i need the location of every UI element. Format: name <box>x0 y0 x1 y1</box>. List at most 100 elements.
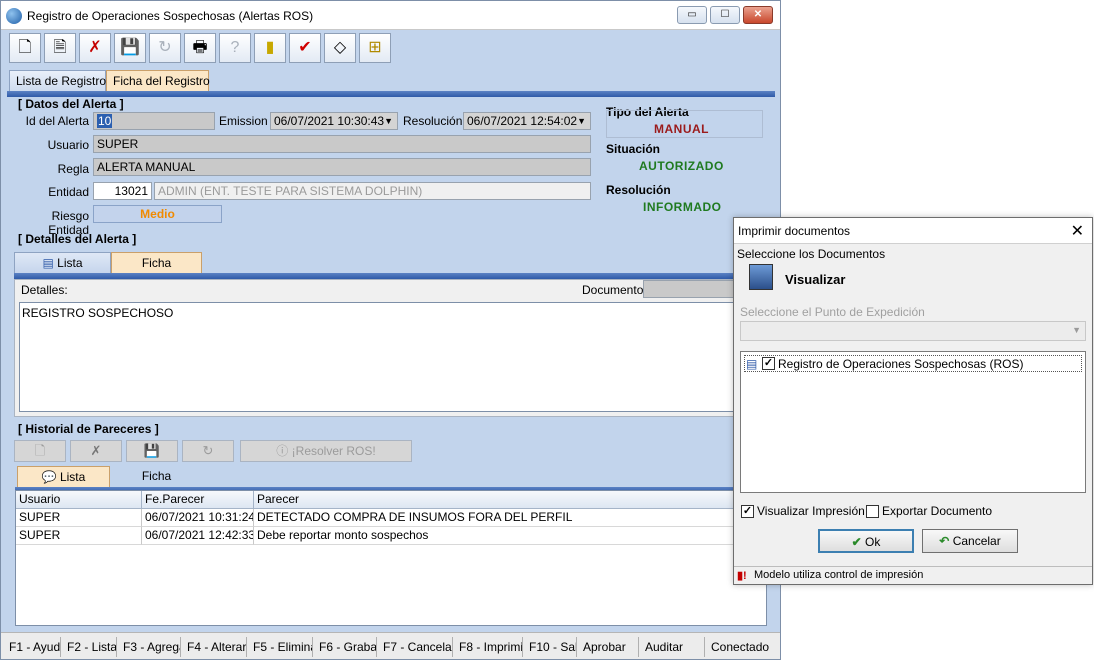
aprobar-item[interactable]: Aprobar <box>577 637 639 657</box>
approve-check-icon[interactable]: ✔ <box>289 33 321 63</box>
save-icon[interactable]: 💾 <box>114 33 146 63</box>
key-f6[interactable]: F6 - Grabar <box>313 637 377 657</box>
key-f2[interactable]: F2 - Lista <box>61 637 117 657</box>
resolver-ros-button[interactable]: ⓘ ¡Resolver ROS! <box>240 440 412 462</box>
regla-field[interactable]: ALERTA MANUAL <box>93 158 591 176</box>
document-item-label: Registro de Operaciones Sospechosas (ROS… <box>778 357 1024 371</box>
new-document-icon[interactable]: 🗋 <box>9 33 41 63</box>
delete-document-icon[interactable]: ✗ <box>79 33 111 63</box>
visualizar-impresion-label: Visualizar Impresión <box>757 504 865 518</box>
key-f5[interactable]: F5 - Elimina <box>247 637 313 657</box>
detalles-text: REGISTRO SOSPECHOSO <box>22 306 174 320</box>
key-f3[interactable]: F3 - Agrega <box>117 637 181 657</box>
regla-label: Regla <box>57 162 89 176</box>
entidad-label: Entidad <box>48 185 89 199</box>
auditar-item[interactable]: Auditar <box>639 637 705 657</box>
punto-label: Seleccione el Punto de Expedición <box>740 305 925 319</box>
tab-lista-de-registros[interactable]: Lista de Registros <box>9 70 112 92</box>
cell-usuario: SUPER <box>16 527 142 545</box>
cell-parecer: DETECTADO COMPRA DE INSUMOS FORA DEL PER… <box>254 509 766 527</box>
hist-save-icon[interactable]: 💾 <box>126 440 178 462</box>
entidad-code-field[interactable]: 13021 <box>93 182 152 200</box>
cancel-label: Cancelar <box>952 534 1001 548</box>
emission-combo[interactable]: 06/07/2021 10:30:43 ▼ <box>270 112 398 130</box>
eraser-icon[interactable]: ◇ <box>324 33 356 63</box>
exportar-documento-checkbox[interactable] <box>866 505 879 518</box>
document-checkbox[interactable]: ✓ <box>762 357 775 370</box>
maximize-button[interactable]: ☐ <box>710 6 740 24</box>
main-tabs: Lista de Registros Ficha del Registro <box>9 70 779 92</box>
dialog-close-icon[interactable]: ✕ <box>1071 221 1084 241</box>
tipo-value: MANUAL <box>654 122 709 136</box>
detalles-textarea[interactable]: REGISTRO SOSPECHOSO <box>19 302 767 412</box>
riesgo-badge: Medio <box>93 205 222 223</box>
ok-button[interactable]: ✔ Ok <box>818 529 914 553</box>
tab-ficha-del-registro[interactable]: Ficha del Registro <box>106 70 210 92</box>
exit-door-icon[interactable]: ▮ <box>254 33 286 63</box>
resolver-ros-label: ¡Resolver ROS! <box>291 444 376 458</box>
punto-select[interactable]: ▼ <box>740 321 1086 341</box>
col-fe-parecer[interactable]: Fe.Parecer <box>142 491 254 509</box>
dialog-title-bar[interactable]: Imprimir documentos ✕ <box>734 218 1092 244</box>
cancel-button[interactable]: ↶ Cancelar <box>922 529 1018 553</box>
historial-tabs: 💬 Lista Ficha <box>17 466 767 488</box>
select-docs-label: Seleccione los Documentos <box>737 247 886 261</box>
col-parecer[interactable]: Parecer <box>254 491 766 509</box>
key-f1[interactable]: F1 - Ayuda <box>1 637 61 657</box>
situacion-label: Situación <box>606 142 661 156</box>
resolucion-combo[interactable]: 06/07/2021 12:54:02 ▼ <box>463 112 591 130</box>
id-field[interactable]: 10 <box>93 112 215 130</box>
audit-icon[interactable]: ⊞ <box>359 33 391 63</box>
list-icon: ▤ <box>42 256 54 270</box>
status-bar: F1 - Ayuda F2 - Lista F3 - Agrega F4 - A… <box>1 632 780 659</box>
resolucion-label: Resolución <box>403 114 463 128</box>
cell-fe-parecer: 06/07/2021 10:31:24 <box>142 509 254 527</box>
historial-grid: Usuario Fe.Parecer Parecer SUPER 06/07/2… <box>15 490 767 626</box>
undo-icon[interactable]: ↻ <box>149 33 181 63</box>
help-icon[interactable]: ? <box>219 33 251 63</box>
hist-delete-icon[interactable]: ✗ <box>70 440 122 462</box>
dialog-footer: ▮! Modelo utiliza control de impresión <box>734 566 1092 584</box>
app-icon <box>6 8 22 24</box>
usuario-field[interactable]: SUPER <box>93 135 591 153</box>
cell-usuario: SUPER <box>16 509 142 527</box>
historial-tab-lista[interactable]: 💬 Lista <box>17 466 110 488</box>
id-value: 10 <box>97 114 113 128</box>
edit-document-icon[interactable]: 🗎 <box>44 33 76 63</box>
close-button[interactable]: ✕ <box>743 6 773 24</box>
historial-tab-ficha[interactable]: Ficha <box>110 466 203 488</box>
chevron-down-icon: ▼ <box>384 116 393 126</box>
toolbar: 🗋 🗎 ✗ 💾 ↻ 🖶 ? ▮ ✔ ◇ ⊞ <box>7 31 775 65</box>
detalles-tabs: ▤ Lista Ficha <box>14 252 774 274</box>
visualizar-impresion-checkbox[interactable]: ✓ <box>741 505 754 518</box>
key-f10[interactable]: F10 - Salir <box>523 637 577 657</box>
hist-new-icon[interactable]: 🗋 <box>14 440 66 462</box>
cell-fe-parecer: 06/07/2021 12:42:33 <box>142 527 254 545</box>
connection-status: Conectado <box>711 640 770 654</box>
hist-undo-icon[interactable]: ↻ <box>182 440 234 462</box>
minimize-button[interactable]: ▭ <box>677 6 707 24</box>
list-item[interactable]: ▤ ✓ Registro de Operaciones Sospechosas … <box>744 355 1082 372</box>
cell-parecer: Debe reportar monto sospechos <box>254 527 766 545</box>
key-f8[interactable]: F8 - Imprimir <box>453 637 523 657</box>
window-title: Registro de Operaciones Sospechosas (Ale… <box>27 9 314 23</box>
key-f7[interactable]: F7 - Cancelar <box>377 637 453 657</box>
resolucion-status-label: Resolución <box>606 183 671 197</box>
key-f4[interactable]: F4 - Alterar <box>181 637 247 657</box>
undo-arrow-icon: ↶ <box>939 534 950 548</box>
dialog-title: Imprimir documentos <box>738 224 851 238</box>
title-bar[interactable]: Registro de Operaciones Sospechosas (Ale… <box>1 1 780 30</box>
historial-section-title: [ Historial de Pareceres ] <box>18 422 159 436</box>
documento-label: Documento <box>582 283 644 297</box>
chevron-down-icon: ▼ <box>1072 325 1081 335</box>
col-usuario[interactable]: Usuario <box>16 491 142 509</box>
dialog-footer-text: Modelo utiliza control de impresión <box>754 569 924 581</box>
detalles-tab-lista[interactable]: ▤ Lista <box>14 252 111 274</box>
resolucion-value: 06/07/2021 12:54:02 <box>467 114 578 128</box>
detalles-tab-ficha[interactable]: Ficha <box>111 252 202 274</box>
usuario-label: Usuario <box>47 138 89 152</box>
print-icon[interactable]: 🖶 <box>184 33 216 63</box>
documento-field[interactable] <box>643 280 735 298</box>
datos-section-title: [ Datos del Alerta ] <box>18 97 124 111</box>
detalles-tab-lista-label: Lista <box>57 256 83 270</box>
